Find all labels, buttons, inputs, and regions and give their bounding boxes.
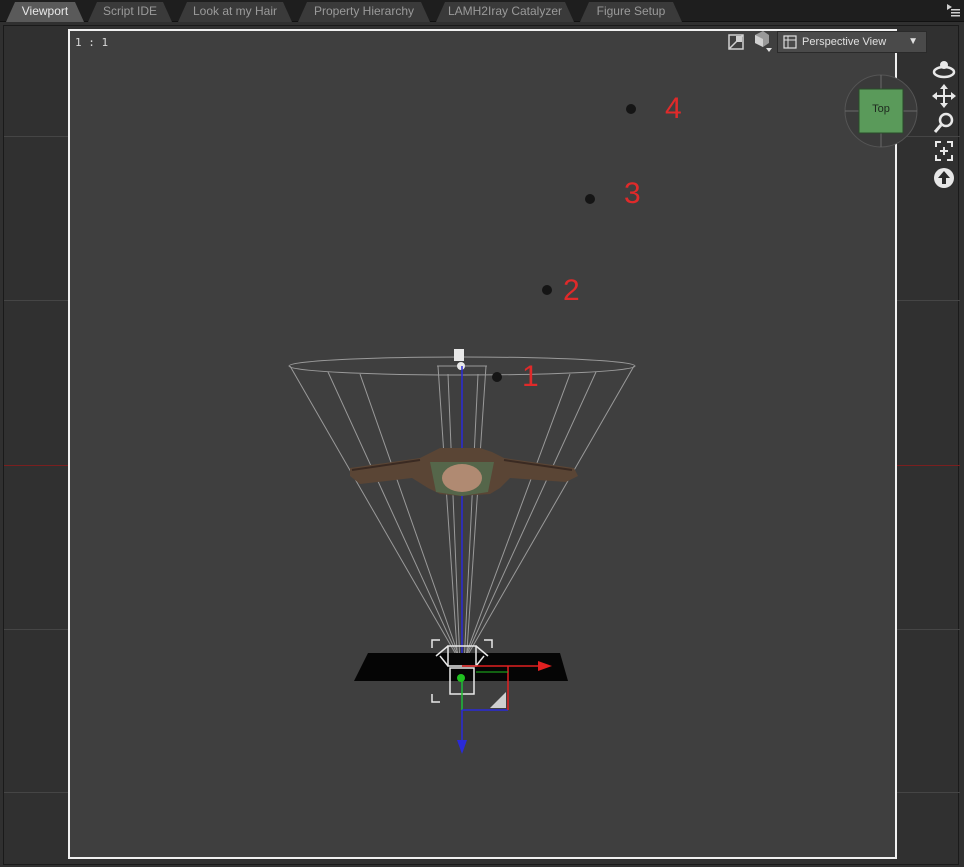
tab-viewport[interactable]: Viewport	[6, 2, 84, 22]
tab-label: Viewport	[21, 4, 69, 18]
tab-bar: Viewport Script IDE Look at my Hair Prop…	[0, 0, 964, 22]
marker-label-4: 4	[665, 92, 682, 125]
tab-label: Property Hierarchy	[313, 4, 415, 18]
view-select-value: Perspective View	[802, 36, 887, 48]
tab-script-ide[interactable]: Script IDE	[88, 2, 172, 22]
tab-figure-setup[interactable]: Figure Setup	[580, 2, 682, 22]
viewport-frame[interactable]: 1 : 1	[68, 29, 897, 859]
tab-label: Figure Setup	[596, 4, 666, 18]
marker-label-2: 2	[563, 274, 580, 307]
tab-label: Look at my Hair	[192, 4, 278, 18]
tab-label: LAMH2Iray Catalyzer	[447, 4, 563, 18]
navcube-face-label: Top	[872, 103, 890, 115]
marker-label-1: 1	[522, 360, 539, 393]
tab-lamh2iray-catalyzer[interactable]: LAMH2Iray Catalyzer	[436, 2, 574, 22]
camera-select-icon[interactable]	[751, 29, 775, 53]
grid-view-icon	[783, 35, 797, 49]
marker-label-3: 3	[624, 177, 641, 210]
aspect-ratio-label: 1 : 1	[75, 36, 109, 49]
panel-menu-icon[interactable]	[944, 1, 962, 19]
reset-view-icon[interactable]	[931, 166, 957, 190]
tab-property-hierarchy[interactable]: Property Hierarchy	[298, 2, 430, 22]
tab-look-at-my-hair[interactable]: Look at my Hair	[178, 2, 292, 22]
tab-label: Script IDE	[102, 4, 157, 18]
dropdown-arrow-icon: ▼	[908, 36, 918, 47]
pan-icon[interactable]	[931, 84, 957, 108]
frame-icon[interactable]	[931, 139, 957, 163]
orbit-icon[interactable]	[931, 58, 957, 82]
draw-style-icon[interactable]	[727, 33, 745, 51]
view-select-dropdown[interactable]: Perspective View ▼	[777, 31, 927, 53]
zoom-icon[interactable]	[931, 111, 957, 135]
